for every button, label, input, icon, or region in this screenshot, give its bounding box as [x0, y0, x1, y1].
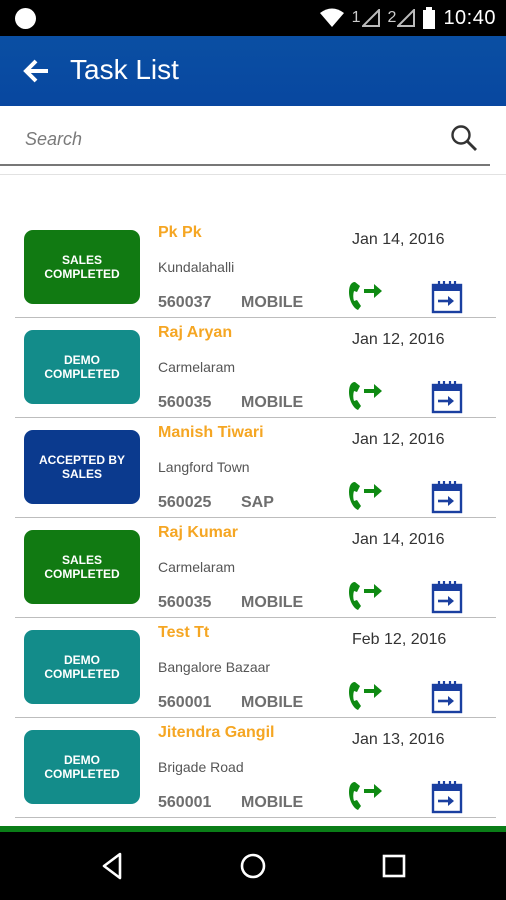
call-forward-icon[interactable] — [346, 578, 384, 612]
task-row[interactable]: DEMO COMPLETED Raj Aryan Carmelaram 5600… — [0, 318, 506, 418]
customer-name: Jitendra Gangil — [158, 724, 275, 741]
lead-source: MOBILE — [241, 694, 304, 711]
calendar-arrow-icon[interactable] — [431, 380, 463, 414]
pincode: 560001 — [158, 794, 212, 811]
lead-source: SAP — [241, 494, 274, 511]
pincode: 560001 — [158, 694, 212, 711]
customer-name: Raj Kumar — [158, 524, 239, 541]
calendar-arrow-icon[interactable] — [431, 580, 463, 614]
status-badge: SALES COMPLETED — [24, 230, 140, 304]
pincode: 560035 — [158, 394, 212, 411]
lead-source: MOBILE — [241, 594, 304, 611]
search-input[interactable] — [25, 124, 425, 154]
nav-recents-icon[interactable] — [378, 850, 410, 882]
customer-name: Raj Aryan — [158, 324, 233, 341]
status-badge-label: SALES COMPLETED — [44, 553, 120, 581]
nav-home-icon[interactable] — [237, 850, 269, 882]
task-date: Jan 14, 2016 — [352, 231, 445, 248]
call-forward-icon[interactable] — [346, 278, 384, 312]
row-divider — [15, 817, 496, 818]
status-badge-label: ACCEPTED BY SALES — [38, 453, 125, 481]
page-title: Task List — [70, 54, 179, 85]
customer-name: Manish Tiwari — [158, 424, 264, 441]
status-badge: DEMO COMPLETED — [24, 330, 140, 404]
task-row[interactable]: SALES COMPLETED Raj Kumar Carmelaram 560… — [0, 518, 506, 618]
task-date: Feb 12, 2016 — [352, 631, 447, 648]
status-badge: DEMO COMPLETED — [24, 630, 140, 704]
sim2-label: 2 — [387, 9, 397, 26]
app-bar: Task List — [0, 36, 506, 106]
customer-name: Pk Pk — [158, 224, 202, 241]
pincode: 560025 — [158, 494, 212, 511]
status-badge: SALES COMPLETED — [24, 530, 140, 604]
status-badge-label: DEMO COMPLETED — [44, 753, 120, 781]
sim1-signal: 1 — [352, 9, 380, 27]
status-badge-label: SALES COMPLETED — [44, 253, 120, 281]
sim1-label: 1 — [351, 9, 361, 26]
calendar-arrow-icon[interactable] — [431, 780, 463, 814]
search-bar — [0, 106, 506, 176]
task-date: Jan 12, 2016 — [352, 331, 445, 348]
customer-area: Carmelaram — [158, 559, 236, 575]
battery-icon — [423, 7, 436, 29]
task-date: Jan 13, 2016 — [352, 731, 445, 748]
calendar-arrow-icon[interactable] — [431, 280, 463, 314]
signal-icon — [361, 9, 380, 27]
status-badge: ACCEPTED BY SALES — [24, 430, 140, 504]
pincode: 560035 — [158, 594, 212, 611]
status-bar: 1 2 10:40 — [0, 0, 506, 36]
task-row[interactable]: ACCEPTED BY SALES Manish Tiwari Langford… — [0, 418, 506, 518]
status-badge-label: DEMO COMPLETED — [44, 353, 120, 381]
customer-area: Kundalahalli — [158, 259, 235, 275]
lead-source: MOBILE — [241, 394, 304, 411]
call-forward-icon[interactable] — [346, 378, 384, 412]
lead-source: MOBILE — [241, 294, 304, 311]
signal-icon — [397, 9, 416, 27]
task-date: Jan 14, 2016 — [352, 531, 445, 548]
lead-source: MOBILE — [241, 794, 304, 811]
divider — [0, 174, 506, 175]
call-forward-icon[interactable] — [346, 778, 384, 812]
customer-area: Carmelaram — [158, 359, 236, 375]
task-date: Jan 12, 2016 — [352, 431, 445, 448]
task-row[interactable]: SALES COMPLETED Pk Pk Kundalahalli 56003… — [0, 218, 506, 318]
customer-area: Brigade Road — [158, 759, 244, 775]
task-list: SALES COMPLETED Pk Pk Kundalahalli 56003… — [0, 218, 506, 818]
task-row[interactable]: DEMO COMPLETED Jitendra Gangil Brigade R… — [0, 718, 506, 818]
calendar-arrow-icon[interactable] — [431, 680, 463, 714]
search-underline — [0, 164, 490, 166]
customer-area: Langford Town — [158, 459, 250, 475]
sim2-signal: 2 — [388, 9, 416, 27]
status-badge: DEMO COMPLETED — [24, 730, 140, 804]
back-arrow-icon[interactable] — [22, 56, 52, 86]
call-forward-icon[interactable] — [346, 478, 384, 512]
calendar-arrow-icon[interactable] — [431, 480, 463, 514]
status-badge-label: DEMO COMPLETED — [44, 653, 120, 681]
customer-area: Bangalore Bazaar — [158, 659, 271, 675]
status-indicators: 1 2 10:40 — [319, 0, 496, 36]
navigation-bar — [0, 832, 506, 900]
pincode: 560037 — [158, 294, 212, 311]
nav-back-icon[interactable] — [96, 850, 128, 882]
task-row[interactable]: DEMO COMPLETED Test Tt Bangalore Bazaar … — [0, 618, 506, 718]
status-time: 10:40 — [443, 6, 496, 29]
call-forward-icon[interactable] — [346, 678, 384, 712]
customer-name: Test Tt — [158, 624, 210, 641]
notification-dot-icon — [15, 8, 36, 29]
wifi-icon — [319, 8, 344, 27]
search-icon[interactable] — [450, 124, 478, 152]
